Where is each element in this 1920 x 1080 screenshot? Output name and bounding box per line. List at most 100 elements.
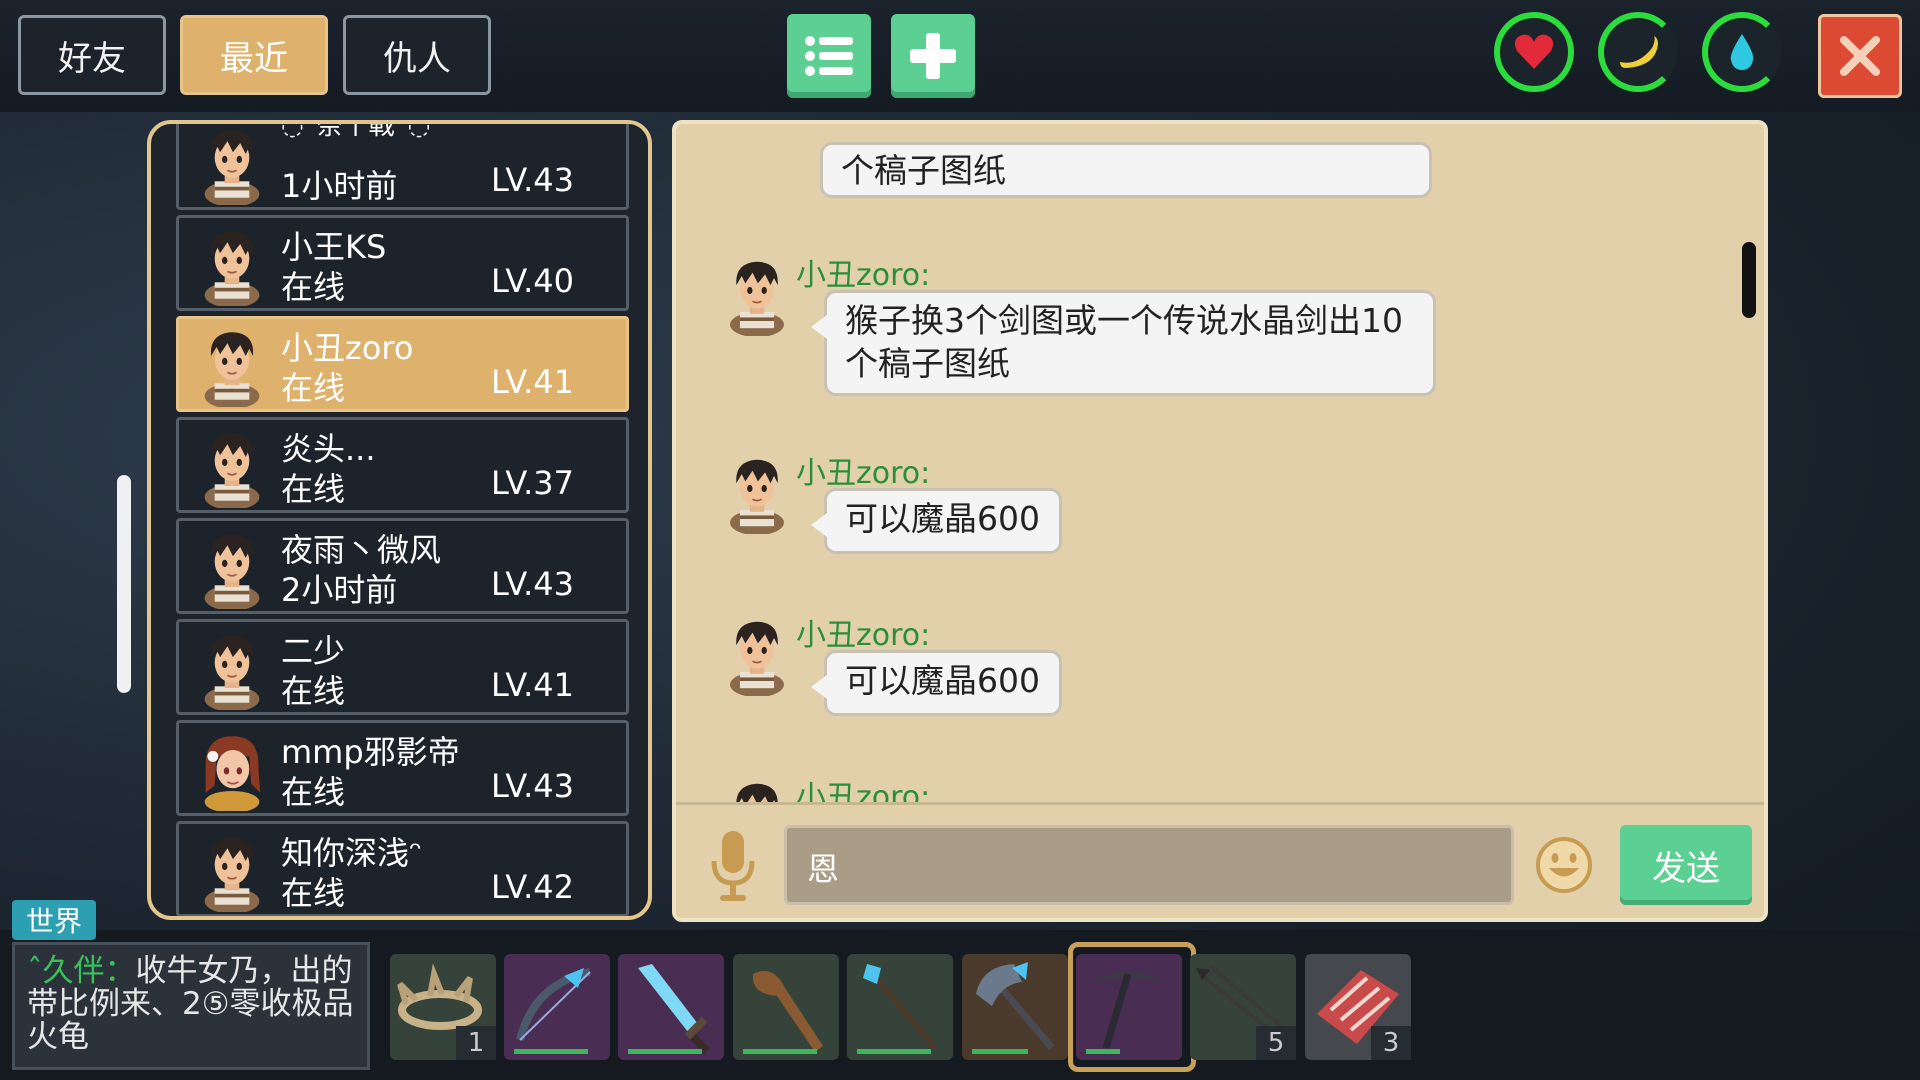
friend-level: LV.43 [491, 161, 574, 199]
hotbar-slot[interactable] [733, 954, 839, 1060]
hotbar-slot[interactable]: 1 [390, 954, 496, 1060]
chat-sender: 小丑zoro: [796, 456, 931, 491]
chat-scrollbar[interactable] [1742, 242, 1756, 318]
chat-panel: 个稿子图纸 小丑zoro: 猴子换3个剑图或一个传说水晶剑出10 个稿子图纸 小… [672, 120, 1768, 922]
pickaxe-icon [1090, 972, 1168, 1049]
avatar [203, 533, 261, 609]
list-scrollbar[interactable] [117, 475, 131, 693]
friend-level: LV.37 [491, 464, 574, 502]
send-button[interactable]: 发送 [1620, 825, 1752, 905]
durability-bar [628, 1049, 702, 1054]
chat-bubble: 猴子换3个剑图或一个传说水晶剑出10 个稿子图纸 [811, 290, 1436, 396]
hotbar-slot[interactable] [504, 954, 610, 1060]
chat-bubble: 可以魔晶600 [811, 488, 1062, 554]
durability-bar [743, 1049, 817, 1054]
friend-level: LV.41 [491, 666, 574, 704]
wooden-club-icon [752, 971, 823, 1052]
thirst-meter [1702, 12, 1782, 92]
tab-friends[interactable]: 好友 [18, 15, 166, 95]
banana-icon [1620, 36, 1658, 68]
friend-status: 1小时前 [281, 167, 398, 205]
friend-status: 在线 [281, 773, 346, 811]
hotbar-slot[interactable] [847, 954, 953, 1060]
chat-text: 个稿子图纸 [841, 151, 1006, 190]
hotbar-slot[interactable]: 3 [1305, 954, 1411, 1060]
list-item[interactable]: 夜雨丶微风 2小时前 LV.43 [176, 518, 629, 614]
avatar [203, 230, 261, 306]
world-chat-speaker: ˆ久伴： [27, 953, 136, 989]
bubble-tail [811, 315, 827, 339]
crystal-bow-icon [516, 968, 591, 1042]
chat-bubble: 可以魔晶600 [811, 650, 1062, 716]
avatar [203, 634, 261, 710]
durability-bar [1086, 1049, 1120, 1054]
durability-bar [972, 1049, 1028, 1054]
hotbar-slot[interactable] [618, 954, 724, 1060]
friend-level: LV.41 [491, 363, 574, 401]
list-item-selected[interactable]: 小丑zoro 在线 LV.41 [176, 316, 629, 412]
hotbar-slot-selected[interactable] [1076, 954, 1182, 1060]
chat-bubble: 个稿子图纸 [820, 142, 1432, 198]
friend-status: 2小时前 [281, 571, 398, 609]
close-button[interactable] [1818, 14, 1902, 98]
crystal-axe-icon [976, 962, 1055, 1051]
item-count: 5 [1256, 1026, 1296, 1060]
avatar [203, 735, 262, 811]
list-button[interactable] [787, 14, 871, 98]
list-icon [805, 36, 853, 76]
chat-messages[interactable]: 个稿子图纸 小丑zoro: 猴子换3个剑图或一个传说水晶剑出10 个稿子图纸 小… [676, 124, 1764, 804]
friend-list: ◌°奈丨戰°◌ 1小时前 LV.43 小王KS 在线 LV.40 小丑zoro … [147, 120, 652, 920]
crystal-sword-icon [638, 964, 710, 1054]
list-item[interactable]: mmp邪影帝 在线 LV.43 [176, 720, 629, 816]
avatar [203, 331, 261, 407]
heart-icon [1514, 34, 1554, 69]
chat-input[interactable]: 恩 [784, 825, 1514, 905]
bubble-tail [811, 675, 827, 699]
add-friend-button[interactable] [891, 14, 975, 98]
friend-status: 在线 [281, 874, 346, 912]
list-item[interactable]: 小王KS 在线 LV.40 [176, 215, 629, 311]
world-chat-tag[interactable]: 世界 [12, 900, 96, 940]
world-chat-box[interactable]: ˆ久伴：收牛女乃，出的带比例来、2⑤零收极品火龟 [12, 942, 370, 1070]
chat-text: 可以魔晶600 [845, 661, 1040, 700]
avatar [729, 260, 785, 336]
close-icon [1840, 36, 1880, 76]
avatar [203, 836, 261, 912]
chat-sender: 小丑zoro: [796, 618, 931, 653]
chat-text: 可以魔晶600 [845, 499, 1040, 538]
friend-status: 在线 [281, 470, 346, 508]
friend-status: 在线 [281, 369, 346, 407]
friend-name: ◌°奈丨戰°◌ [281, 120, 431, 141]
tab-enemies[interactable]: 仇人 [343, 15, 491, 95]
durability-bar [514, 1049, 588, 1054]
chat-input-bar: 恩 发送 [676, 802, 1764, 918]
friend-level: LV.43 [491, 767, 574, 805]
item-count: 1 [456, 1026, 496, 1060]
tab-recent[interactable]: 最近 [180, 15, 328, 95]
chat-sender: 小丑zoro: [796, 780, 931, 804]
hotbar-slot[interactable]: 5 [1190, 954, 1296, 1060]
crystal-staff-icon [863, 964, 938, 1050]
friend-level: LV.40 [491, 262, 574, 300]
list-item[interactable]: 知你深浅ᵔ 在线 LV.42 [176, 821, 629, 916]
avatar [729, 620, 785, 696]
friend-level: LV.43 [491, 565, 574, 603]
hotbar-slot[interactable] [962, 954, 1068, 1060]
top-bar: 好友 最近 仇人 [0, 0, 1920, 112]
microphone-icon[interactable] [708, 829, 758, 905]
list-item[interactable]: 炎头... 在线 LV.37 [176, 417, 629, 513]
list-item[interactable]: 二少 在线 LV.41 [176, 619, 629, 715]
game-screen: { "tabs": [ {"label": "好友", "active": fa… [0, 0, 1920, 1080]
list-item[interactable]: ◌°奈丨戰°◌ 1小时前 LV.43 [176, 120, 629, 210]
avatar [203, 432, 261, 508]
friend-level: LV.42 [491, 868, 574, 906]
avatar [729, 458, 785, 534]
chat-text: 个稿子图纸 [845, 344, 1010, 383]
chat-text: 猴子换3个剑图或一个传说水晶剑出10 [845, 301, 1403, 340]
item-count: 3 [1371, 1026, 1411, 1060]
plus-icon [910, 33, 956, 79]
water-drop-icon [1730, 34, 1754, 70]
hunger-meter [1598, 12, 1678, 92]
smiley-icon[interactable] [1534, 835, 1594, 895]
durability-bar [857, 1049, 931, 1054]
